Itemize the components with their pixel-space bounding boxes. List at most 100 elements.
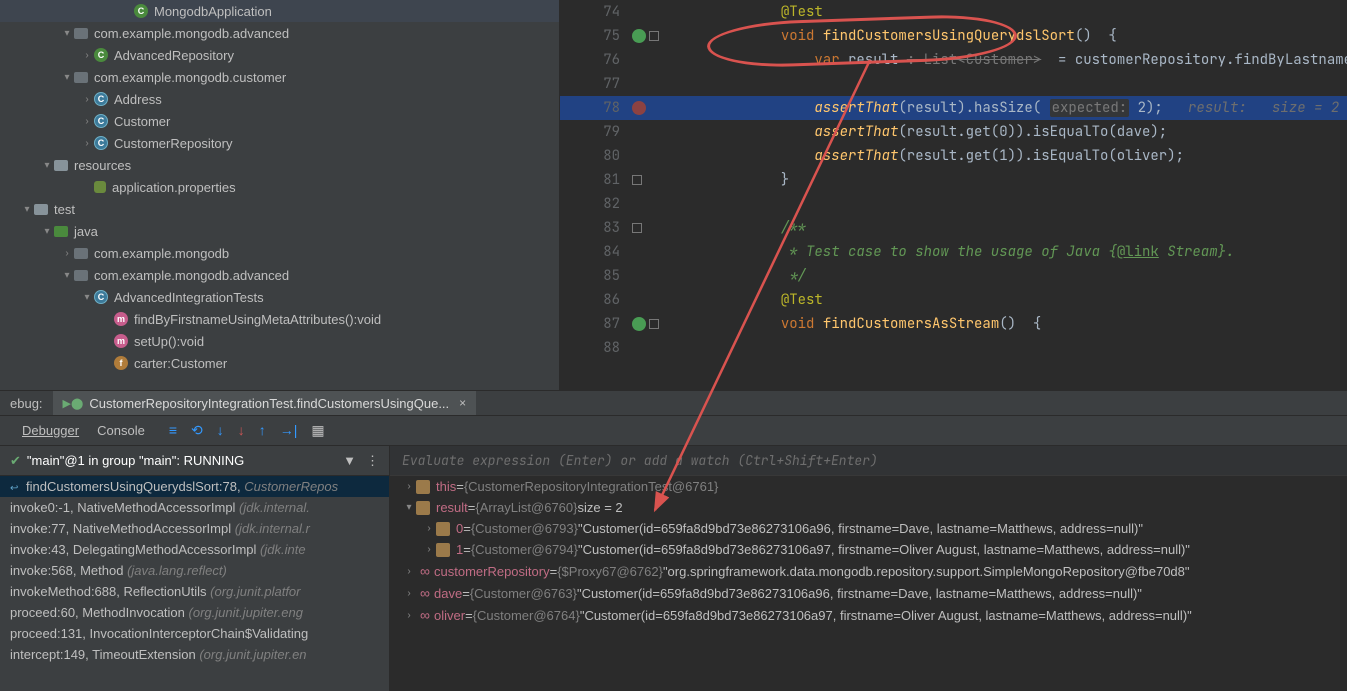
tree-item[interactable]: › C Customer (0, 110, 559, 132)
stack-frame[interactable]: invoke:77, NativeMethodAccessorImpl (jdk… (0, 518, 389, 539)
tree-item[interactable]: application.properties (0, 176, 559, 198)
stack-frame[interactable]: proceed:60, MethodInvocation (org.junit.… (0, 602, 389, 623)
code-line[interactable]: 85 */ (560, 264, 1347, 288)
chevron-icon[interactable]: ▾ (402, 502, 416, 513)
step-over-icon[interactable]: ⟲ (191, 422, 203, 439)
line-number[interactable]: 75 (560, 27, 628, 45)
project-tree[interactable]: C MongodbApplication ▾ com.example.mongo… (0, 0, 560, 390)
chevron-icon[interactable] (100, 358, 114, 369)
line-number[interactable]: 80 (560, 147, 628, 165)
chevron-icon[interactable]: ▾ (80, 292, 94, 303)
chevron-icon[interactable]: › (402, 610, 416, 621)
code-line[interactable]: 87 void findCustomersAsStream() { (560, 312, 1347, 336)
debug-run-tab[interactable]: ▶⬤ CustomerRepositoryIntegrationTest.fin… (53, 391, 477, 415)
force-step-into-icon[interactable]: ↓ (238, 422, 245, 439)
console-subtab[interactable]: Console (97, 423, 145, 438)
stack-frame[interactable]: invoke:568, Method (java.lang.reflect) (0, 560, 389, 581)
chevron-icon[interactable]: › (422, 544, 436, 555)
tree-item[interactable]: › C Address (0, 88, 559, 110)
chevron-icon[interactable]: ▾ (20, 204, 34, 215)
evaluate-icon[interactable]: ▦ (311, 422, 324, 439)
variable-row[interactable]: › this = {CustomerRepositoryIntegrationT… (390, 476, 1347, 497)
chevron-icon[interactable]: ▾ (60, 28, 74, 39)
chevron-icon[interactable]: › (402, 481, 416, 492)
stack-frame[interactable]: invoke:43, DelegatingMethodAccessorImpl … (0, 539, 389, 560)
chevron-icon[interactable]: ▾ (60, 270, 74, 281)
stack-frame[interactable]: intercept:149, TimeoutExtension (org.jun… (0, 644, 389, 665)
run-redsh-icon[interactable] (632, 101, 646, 115)
chevron-icon[interactable]: ▾ (40, 226, 54, 237)
filter-icon[interactable]: ▼ (343, 453, 356, 469)
tree-item[interactable]: ▾ test (0, 198, 559, 220)
chevron-icon[interactable]: ▾ (60, 72, 74, 83)
tree-item[interactable]: › C CustomerRepository (0, 132, 559, 154)
variable-row[interactable]: › 0 = {Customer@6793} "Customer(id=659fa… (390, 518, 1347, 539)
line-number[interactable]: 82 (560, 195, 628, 213)
code-line[interactable]: 74 @Test (560, 0, 1347, 24)
line-number[interactable]: 78 (560, 99, 628, 117)
nav-icon[interactable] (632, 223, 642, 233)
stack-frame[interactable]: invokeMethod:688, ReflectionUtils (org.j… (0, 581, 389, 602)
line-number[interactable]: 77 (560, 75, 628, 93)
variable-row[interactable]: ▾ result = {ArrayList@6760} size = 2 (390, 497, 1347, 518)
frames-panel[interactable]: ✔"main"@1 in group "main": RUNNING ▼ ⋮ ↩… (0, 446, 390, 691)
tree-item[interactable]: m setUp():void (0, 330, 559, 352)
chevron-icon[interactable]: ▾ (40, 160, 54, 171)
variable-row[interactable]: › 1 = {Customer@6794} "Customer(id=659fa… (390, 539, 1347, 560)
variable-row[interactable]: › ∞ customerRepository = {$Proxy67@6762}… (390, 560, 1347, 582)
code-line[interactable]: 84 * Test case to show the usage of Java… (560, 240, 1347, 264)
chevron-icon[interactable]: › (402, 566, 416, 577)
code-line[interactable]: 79 assertThat(result.get(0)).isEqualTo(d… (560, 120, 1347, 144)
code-line[interactable]: 81 } (560, 168, 1347, 192)
variables-panel[interactable]: Evaluate expression (Enter) or add a wat… (390, 446, 1347, 691)
line-number[interactable]: 86 (560, 291, 628, 309)
chevron-icon[interactable]: › (80, 50, 94, 61)
line-number[interactable]: 87 (560, 315, 628, 333)
nav-icon[interactable] (649, 31, 659, 41)
variable-row[interactable]: › ∞ dave = {Customer@6763} "Customer(id=… (390, 582, 1347, 604)
chevron-icon[interactable]: › (80, 138, 94, 149)
tree-item[interactable]: f carter:Customer (0, 352, 559, 374)
tree-item[interactable]: ▾ com.example.mongodb.advanced (0, 264, 559, 286)
code-line[interactable]: 82 (560, 192, 1347, 216)
tree-item[interactable]: › C AdvancedRepository (0, 44, 559, 66)
code-line[interactable]: 76 var result : List<Customer> = custome… (560, 48, 1347, 72)
thread-selector[interactable]: ✔"main"@1 in group "main": RUNNING ▼ ⋮ (0, 446, 389, 476)
nav-icon[interactable] (649, 319, 659, 329)
tree-item[interactable]: ▾ com.example.mongodb.advanced (0, 22, 559, 44)
line-number[interactable]: 83 (560, 219, 628, 237)
chevron-icon[interactable] (120, 6, 134, 17)
variable-row[interactable]: › ∞ oliver = {Customer@6764} "Customer(i… (390, 604, 1347, 626)
chevron-icon[interactable]: › (80, 94, 94, 105)
chevron-icon[interactable] (100, 336, 114, 347)
threads-icon[interactable]: ≡ (169, 422, 177, 439)
tree-item[interactable]: ▾ C AdvancedIntegrationTests (0, 286, 559, 308)
run-green-icon[interactable] (632, 29, 646, 43)
line-number[interactable]: 84 (560, 243, 628, 261)
code-line[interactable]: 88 (560, 336, 1347, 360)
code-editor[interactable]: 74 @Test 75 void findCustomersUsingQuery… (560, 0, 1347, 390)
stack-frame[interactable]: proceed:131, InvocationInterceptorChain$… (0, 623, 389, 644)
tree-item[interactable]: ▾ resources (0, 154, 559, 176)
line-number[interactable]: 81 (560, 171, 628, 189)
stack-frame[interactable]: invoke0:-1, NativeMethodAccessorImpl (jd… (0, 497, 389, 518)
evaluate-input[interactable]: Evaluate expression (Enter) or add a wat… (390, 446, 1347, 476)
chevron-icon[interactable] (100, 314, 114, 325)
code-line[interactable]: 77 (560, 72, 1347, 96)
step-into-icon[interactable]: ↓ (217, 422, 224, 439)
chevron-icon[interactable] (80, 182, 94, 193)
step-out-icon[interactable]: ↑ (259, 422, 266, 439)
debugger-subtab[interactable]: Debugger (22, 423, 79, 438)
chevron-icon[interactable]: › (60, 248, 74, 259)
code-line[interactable]: 75 void findCustomersUsingQuerydslSort()… (560, 24, 1347, 48)
run-to-cursor-icon[interactable]: →| (280, 422, 298, 439)
line-number[interactable]: 79 (560, 123, 628, 141)
more-icon[interactable]: ⋮ (366, 453, 379, 469)
line-number[interactable]: 88 (560, 339, 628, 357)
tree-item[interactable]: › com.example.mongodb (0, 242, 559, 264)
chevron-icon[interactable]: › (80, 116, 94, 127)
line-number[interactable]: 74 (560, 3, 628, 21)
chevron-icon[interactable]: › (422, 523, 436, 534)
stack-frame[interactable]: ↩ findCustomersUsingQuerydslSort:78, Cus… (0, 476, 389, 497)
tree-item[interactable]: C MongodbApplication (0, 0, 559, 22)
